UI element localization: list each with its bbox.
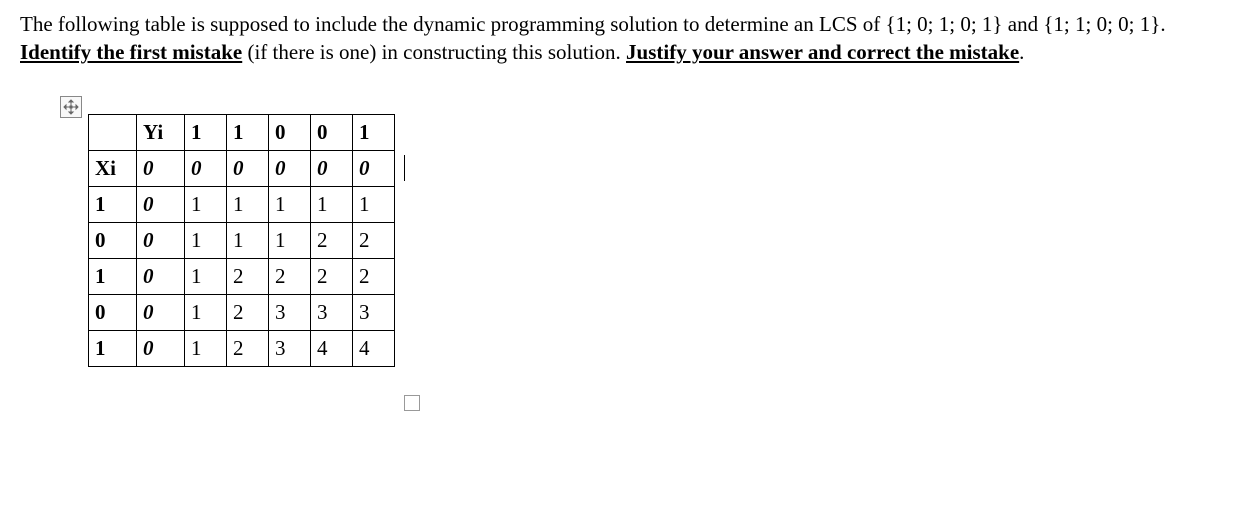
cell-2-3: 1 (269, 222, 311, 258)
lcs-dp-table: Yi 1 1 0 0 1 Xi 0 0 0 0 0 0 1 0 1 1 (88, 114, 395, 367)
cell-0-5: 0 (353, 150, 395, 186)
cell-0-2: 0 (227, 150, 269, 186)
cell-0-4: 0 (311, 150, 353, 186)
cell-5-4: 4 (311, 330, 353, 366)
document-end-marker-icon (398, 386, 420, 411)
x-label-3: 0 (89, 294, 137, 330)
cell-2-0: 0 (137, 222, 185, 258)
y-header-0: 1 (185, 114, 227, 150)
cell-0-3: 0 (269, 150, 311, 186)
xi-label: Xi (89, 150, 137, 186)
cell-1-1: 1 (185, 186, 227, 222)
y-header-row: Yi 1 1 0 0 1 (89, 114, 395, 150)
problem-emph1: Identify the first mistake (20, 40, 242, 64)
cell-3-0: 0 (137, 258, 185, 294)
table-row: 1 0 1 2 2 2 2 (89, 258, 395, 294)
table-row: 1 0 1 2 3 4 4 (89, 330, 395, 366)
cell-0-0: 0 (137, 150, 185, 186)
problem-part3: . (1019, 40, 1024, 64)
cell-4-0: 0 (137, 294, 185, 330)
cell-5-0: 0 (137, 330, 185, 366)
text-cursor-icon (400, 154, 405, 181)
y-header-2: 0 (269, 114, 311, 150)
cell-4-3: 3 (269, 294, 311, 330)
cell-3-3: 2 (269, 258, 311, 294)
cell-5-5: 4 (353, 330, 395, 366)
cell-0-1: 0 (185, 150, 227, 186)
cell-1-4: 1 (311, 186, 353, 222)
x-label-4: 1 (89, 330, 137, 366)
cell-4-5: 3 (353, 294, 395, 330)
cell-3-2: 2 (227, 258, 269, 294)
cell-2-4: 2 (311, 222, 353, 258)
cell-4-4: 3 (311, 294, 353, 330)
xi-base-row: Xi 0 0 0 0 0 0 (89, 150, 395, 186)
cell-2-5: 2 (353, 222, 395, 258)
cell-3-1: 1 (185, 258, 227, 294)
cell-4-1: 1 (185, 294, 227, 330)
cell-4-2: 2 (227, 294, 269, 330)
x-label-1: 0 (89, 222, 137, 258)
table-container: Yi 1 1 0 0 1 Xi 0 0 0 0 0 0 1 0 1 1 (60, 102, 1230, 367)
problem-part2: (if there is one) in constructing this s… (242, 40, 626, 64)
cell-5-3: 3 (269, 330, 311, 366)
y-header-3: 0 (311, 114, 353, 150)
cell-1-0: 0 (137, 186, 185, 222)
cell-3-4: 2 (311, 258, 353, 294)
problem-statement: The following table is supposed to inclu… (20, 10, 1230, 67)
cell-2-2: 1 (227, 222, 269, 258)
x-label-0: 1 (89, 186, 137, 222)
x-label-2: 1 (89, 258, 137, 294)
problem-part1: The following table is supposed to inclu… (20, 12, 1166, 36)
y-header-1: 1 (227, 114, 269, 150)
corner-cell (89, 114, 137, 150)
table-row: 0 0 1 1 1 2 2 (89, 222, 395, 258)
table-row: 1 0 1 1 1 1 1 (89, 186, 395, 222)
y-header-4: 1 (353, 114, 395, 150)
cell-5-1: 1 (185, 330, 227, 366)
cell-1-3: 1 (269, 186, 311, 222)
problem-emph2: Justify your answer and correct the mist… (626, 40, 1019, 64)
cell-1-5: 1 (353, 186, 395, 222)
cell-5-2: 2 (227, 330, 269, 366)
cell-3-5: 2 (353, 258, 395, 294)
table-row: 0 0 1 2 3 3 3 (89, 294, 395, 330)
cell-1-2: 1 (227, 186, 269, 222)
cell-2-1: 1 (185, 222, 227, 258)
yi-label: Yi (137, 114, 185, 150)
